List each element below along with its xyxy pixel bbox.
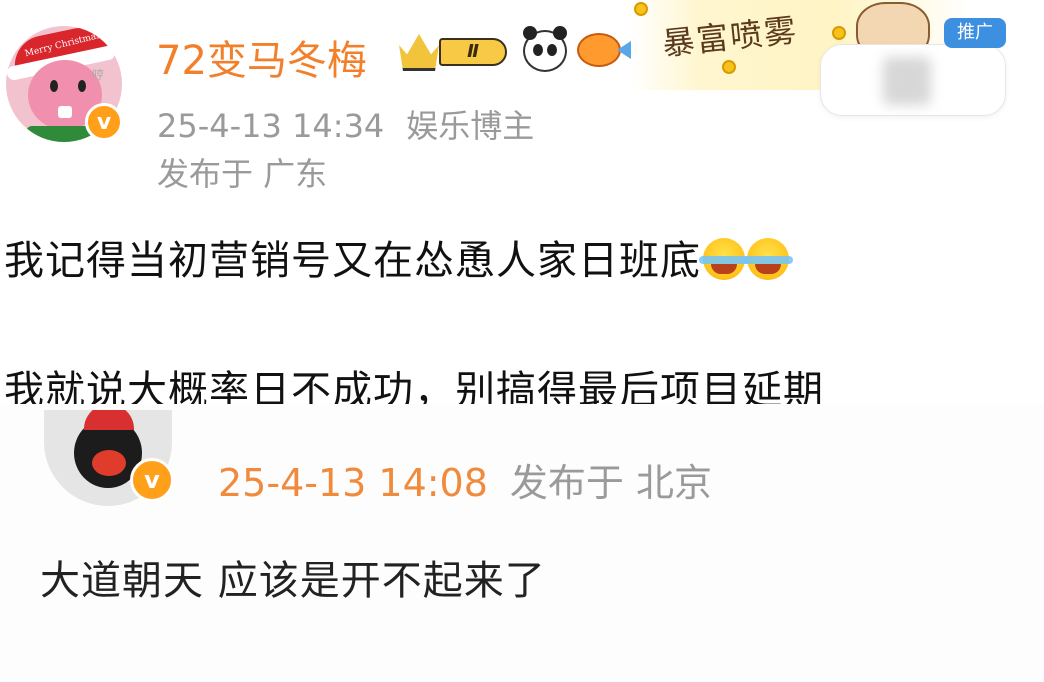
avatar-mouth <box>58 106 72 118</box>
post-meta: 25-4-13 14:34 娱乐博主 <box>157 101 534 147</box>
avatar-eye <box>50 80 58 92</box>
post-text: 我记得当初营销号又在怂恿人家日班底 <box>4 238 701 284</box>
crown-level-badge[interactable]: Ⅱ <box>399 32 511 72</box>
follow-card[interactable] <box>820 44 1006 116</box>
avatar-eye <box>78 80 86 92</box>
reply-text: 大道朝天 应该是开不起来了 <box>40 558 546 604</box>
coin-icon <box>634 2 648 16</box>
post-location: 发布于 广东 <box>157 155 328 193</box>
laugh-cry-emoji-icon <box>743 238 793 280</box>
level-label: Ⅱ <box>439 38 507 66</box>
star-icon: ★ <box>8 114 26 138</box>
username-link[interactable]: 72变马冬梅 <box>156 28 367 86</box>
reply-location: 发布于 北京 <box>509 461 712 505</box>
panda-badge-icon[interactable] <box>523 26 567 72</box>
post-timestamp: 25-4-13 14:34 <box>157 107 385 145</box>
verified-icon: v <box>130 458 174 502</box>
laugh-cry-emoji-icon <box>699 238 749 280</box>
reply-meta: 25-4-13 14:08 发布于 北京 <box>218 452 712 507</box>
user-role: 娱乐博主 <box>406 107 535 145</box>
verified-icon: v <box>85 103 123 141</box>
reply-timestamp: 25-4-13 14:08 <box>218 461 488 505</box>
fish-badge-icon[interactable] <box>577 33 631 67</box>
cropped-username <box>218 404 638 426</box>
coin-icon <box>832 26 846 40</box>
coin-icon <box>722 60 736 74</box>
promo-badge[interactable]: 推广 <box>944 18 1006 48</box>
avatar-side-text: 哼 <box>92 68 105 82</box>
blurred-content <box>883 57 931 105</box>
post-body-line: 我记得当初营销号又在怂恿人家日班底 <box>4 228 793 286</box>
crown-icon <box>399 34 439 71</box>
